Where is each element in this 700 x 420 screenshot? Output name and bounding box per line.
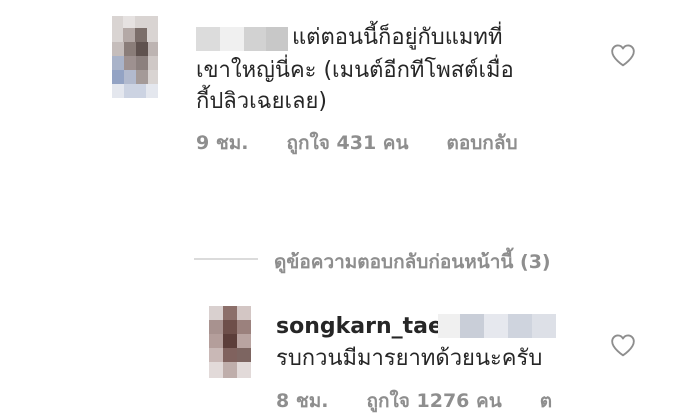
reply-time: 8 ชม. xyxy=(276,390,329,412)
reply-meta: 8 ชม. ถูกใจ 1276 คน ต xyxy=(276,386,552,416)
like-count-link[interactable]: ถูกใจ 431 คน xyxy=(286,128,408,158)
avatar[interactable] xyxy=(112,16,158,98)
reply-text-line: รบกวนมีมารยาทด้วยนะครับ xyxy=(276,346,543,371)
like-count-link[interactable]: ถูกใจ 1276 คน xyxy=(366,386,501,416)
username-mask xyxy=(438,314,556,338)
heart-outline-icon[interactable] xyxy=(610,43,636,67)
replies-divider xyxy=(194,258,258,260)
avatar[interactable] xyxy=(209,306,251,378)
comment-time: 9 ชม. xyxy=(196,132,249,154)
reply-username[interactable]: songkarn_tae xyxy=(276,314,443,339)
view-previous-replies-link[interactable]: ดูข้อความตอบกลับก่อนหน้านี้ (3) xyxy=(274,247,551,277)
comment-meta: 9 ชม. ถูกใจ 431 คน ตอบกลับ xyxy=(196,128,518,158)
comment-text-line: เขาใหญ่นี่คะ (เมนต์อีกทีโพสต์เมื่อ xyxy=(196,58,514,83)
comment-text: แต่ตอนนี้ก็อยู่กับแมทที่ xyxy=(292,22,502,53)
comment-text: กี้ปลิวเฉยเลย) xyxy=(196,86,327,117)
reply-link[interactable]: ต xyxy=(540,386,552,416)
reply-text: รบกวนมีมารยาทด้วยนะครับ xyxy=(276,343,542,374)
username-mask xyxy=(196,27,288,51)
comment-text-line: กี้ปลิวเฉยเลย) xyxy=(196,89,327,114)
heart-outline-icon[interactable] xyxy=(610,333,636,357)
reply-author: songkarn_tae xyxy=(276,311,443,342)
comment-text-line: แต่ตอนนี้ก็อยู่กับแมทที่ xyxy=(292,25,503,50)
comment-text: เขาใหญ่นี่คะ (เมนต์อีกทีโพสต์เมื่อ xyxy=(196,55,514,86)
reply-link[interactable]: ตอบกลับ xyxy=(447,128,518,158)
